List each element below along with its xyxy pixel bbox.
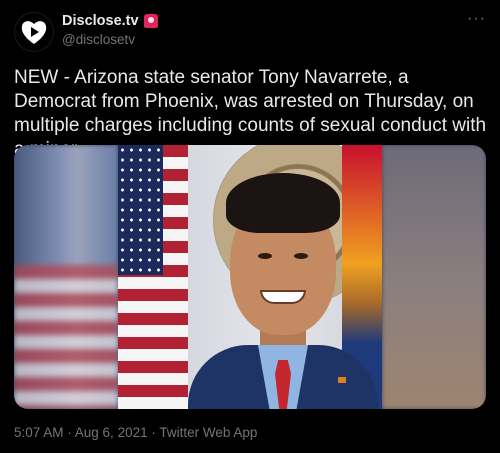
person-eye-left [258,253,272,259]
tweet-photo[interactable] [14,145,486,409]
person-smile [260,290,306,304]
blurred-flag-stripes [14,265,118,409]
person-portrait [188,155,378,409]
display-name-row[interactable]: Disclose.tv [62,13,158,29]
more-options-icon[interactable]: ··· [467,10,486,28]
play-heart-logo-icon [21,21,47,44]
tweet-card: Disclose.tv @disclosetv ··· NEW - Arizon… [0,0,500,453]
tweet-timestamp[interactable]: 5:07 AM · Aug 6, 2021 · Twitter Web App [14,425,257,440]
blurred-background-right [382,145,486,409]
avatar[interactable] [14,12,54,52]
person-eye-right [294,253,308,259]
display-name[interactable]: Disclose.tv [62,13,139,29]
user-handle[interactable]: @disclosetv [62,32,135,47]
lapel-pin [338,377,346,383]
us-flag-canton [118,145,163,275]
person-hair [226,173,340,233]
portrait-photo [118,145,382,409]
siren-icon [143,14,158,28]
